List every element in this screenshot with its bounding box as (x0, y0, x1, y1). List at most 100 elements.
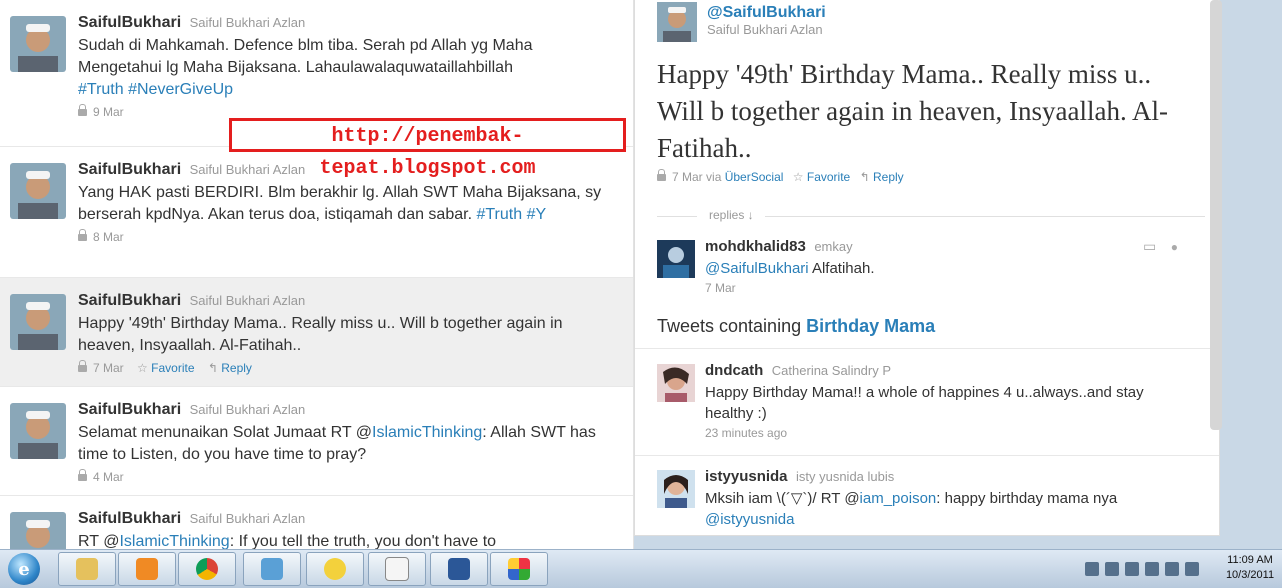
taskbar-notepad[interactable] (368, 552, 426, 586)
lock-icon (78, 104, 87, 116)
avatar[interactable] (10, 294, 66, 350)
taskbar-chrome[interactable] (178, 552, 236, 586)
palette-icon (508, 558, 530, 580)
username[interactable]: SaifulBukhari (78, 401, 181, 418)
username[interactable]: dndcath (705, 362, 763, 379)
fullname: Saiful Bukhari Azlan (707, 22, 823, 37)
location-pin-icon[interactable]: ● (1171, 240, 1178, 254)
avatar[interactable] (10, 403, 66, 459)
mention-link[interactable]: iam_poison (860, 490, 937, 507)
volume-icon[interactable] (1105, 562, 1119, 576)
avatar[interactable] (10, 16, 66, 72)
reply-icon: ↰ (859, 170, 870, 184)
mention-link[interactable]: IslamicThinking (372, 424, 482, 441)
username[interactable]: SaifulBukhari (78, 292, 181, 309)
start-button[interactable]: e (4, 552, 44, 586)
tweet-date[interactable]: 9 Mar (93, 105, 124, 119)
hashtags[interactable]: #Truth #Y (476, 206, 546, 223)
speech-bubble-icon[interactable]: ▭ (1143, 238, 1156, 254)
tweet-date[interactable]: 8 Mar (93, 230, 124, 244)
search-query-link[interactable]: Birthday Mama (806, 316, 935, 336)
tweet-text: RT @ (78, 533, 120, 549)
windows-logo-icon: e (8, 553, 40, 585)
screen-name-link[interactable]: @SaifulBukhari (707, 4, 1007, 22)
mention-link[interactable]: @istyyusnida (705, 511, 794, 528)
avatar[interactable] (10, 163, 66, 219)
divider-line (657, 216, 697, 217)
reply-tweet-actions: ▭ ● (1143, 238, 1178, 256)
battery-icon[interactable] (1145, 562, 1159, 576)
username[interactable]: mohdkhalid83 (705, 238, 806, 255)
taskbar-paint[interactable] (490, 552, 548, 586)
fullname: Saiful Bukhari Azlan (189, 293, 306, 308)
divider-line (635, 455, 1219, 456)
favorite-button[interactable]: ☆ Favorite (793, 170, 850, 184)
lock-icon (78, 229, 87, 241)
taskbar-yahoo-messenger[interactable] (306, 552, 364, 586)
tweet-item-selected[interactable]: SaifulBukhari Saiful Bukhari Azlan Happy… (0, 278, 633, 387)
watermark-url: http://penembak-tepat.blogspot.com (229, 118, 626, 180)
taskbar-word[interactable] (430, 552, 488, 586)
avatar[interactable] (657, 240, 695, 278)
tweet-date[interactable]: 7 Mar (672, 170, 703, 184)
favorite-label: Favorite (806, 170, 851, 184)
reply-button[interactable]: ↰ Reply (860, 170, 904, 184)
hashtags[interactable]: #Truth #NeverGiveUp (78, 81, 233, 98)
tweet-text: : happy birthday mama nya (936, 490, 1118, 507)
replies-label[interactable]: replies ↓ (705, 208, 758, 222)
avatar[interactable] (657, 2, 697, 42)
tweet-date[interactable]: 7 Mar (93, 361, 124, 375)
client-link[interactable]: ÜberSocial (725, 170, 784, 184)
favorite-label: Favorite (151, 361, 195, 375)
folder-icon (76, 558, 98, 580)
lock-icon (78, 360, 87, 372)
username[interactable]: istyyusnida (705, 468, 788, 485)
scrollbar[interactable] (1210, 0, 1222, 430)
tweet-text: Selamat menunaikan Solat Jumaat RT @ (78, 424, 373, 441)
star-icon: ☆ (137, 361, 148, 375)
mention-link[interactable]: @SaifulBukhari (705, 260, 809, 277)
tweet-date[interactable]: 4 Mar (93, 470, 124, 484)
word-icon (448, 558, 470, 580)
fullname: Saiful Bukhari Azlan (189, 402, 306, 417)
tweet-date[interactable]: 23 minutes ago (705, 426, 1195, 440)
divider-line (635, 348, 1219, 349)
clock-date: 10/3/2011 (1225, 569, 1275, 581)
taskbar-photo-viewer[interactable] (243, 552, 301, 586)
tweet-item[interactable]: SaifulBukhari Saiful Bukhari Azlan Selam… (0, 387, 633, 496)
timeline: SaifulBukhari Saiful Bukhari Azlan Sudah… (0, 0, 634, 549)
reply-button[interactable]: ↰ Reply (208, 361, 252, 375)
document-icon (385, 557, 409, 581)
via-label: via (706, 170, 722, 184)
fullname: isty yusnida lubis (795, 469, 895, 484)
start-glyph: e (18, 558, 30, 580)
favorite-button[interactable]: ☆ Favorite (137, 361, 194, 375)
tweet-text: Sudah di Mahkamah. Defence blm tiba. Ser… (78, 37, 533, 76)
lock-icon (78, 469, 87, 481)
windows-taskbar: e 11:09 AM 10/3/2011 (0, 549, 1282, 588)
fullname: Saiful Bukhari Azlan (189, 15, 306, 30)
signal-icon[interactable] (1185, 562, 1199, 576)
tweet-item[interactable]: SaifulBukhari Saiful Bukhari Azlan Yang … (0, 147, 633, 278)
system-clock[interactable]: 11:09 AM 10/3/2011 (1222, 553, 1278, 583)
avatar[interactable] (10, 512, 66, 549)
tweet-date[interactable]: 7 Mar (705, 281, 1195, 295)
username[interactable]: SaifulBukhari (78, 510, 181, 527)
photo-icon (261, 558, 283, 580)
lock-icon (657, 169, 666, 181)
tray-arrow-icon[interactable] (1085, 562, 1099, 576)
avatar[interactable] (657, 470, 695, 508)
network-icon[interactable] (1125, 562, 1139, 576)
fullname: Catherina Salindry P (771, 363, 892, 378)
username[interactable]: SaifulBukhari (78, 161, 181, 178)
taskbar-media-player[interactable] (118, 552, 176, 586)
tweet-item[interactable]: SaifulBukhari Saiful Bukhari Azlan RT @I… (0, 496, 633, 549)
reply-label: Reply (221, 361, 252, 375)
username[interactable]: SaifulBukhari (78, 14, 181, 31)
detail-tweet-text: Happy '49th' Birthday Mama.. Really miss… (657, 59, 1168, 163)
mention-link[interactable]: IslamicThinking (119, 533, 229, 549)
avatar[interactable] (657, 364, 695, 402)
reply-icon: ↰ (207, 361, 218, 375)
taskbar-file-explorer[interactable] (58, 552, 116, 586)
flag-icon[interactable] (1165, 562, 1179, 576)
